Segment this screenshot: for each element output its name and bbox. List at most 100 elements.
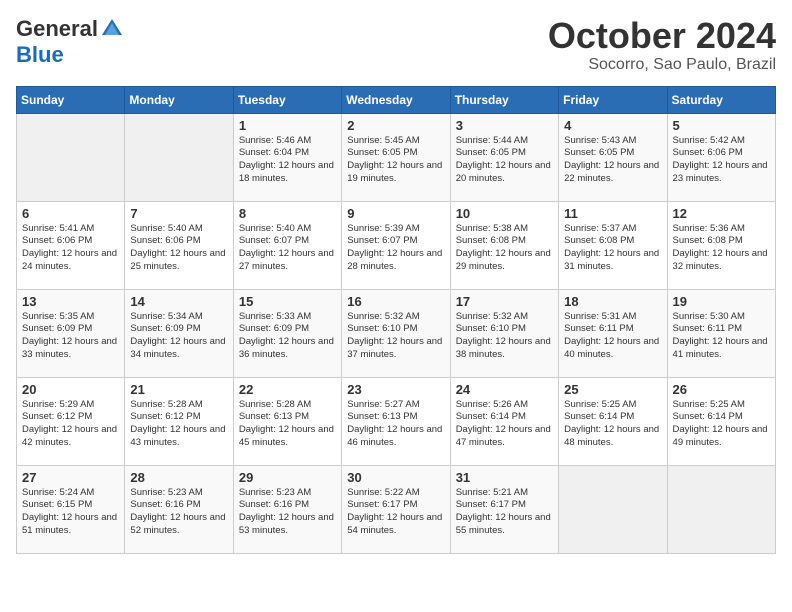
- calendar-cell: 4 Sunrise: 5:43 AMSunset: 6:05 PMDaylight…: [559, 113, 667, 201]
- month-title: October 2024: [548, 16, 776, 56]
- header-row: SundayMondayTuesdayWednesdayThursdayFrid…: [17, 86, 776, 113]
- day-number: 20: [22, 382, 119, 397]
- day-number: 26: [673, 382, 770, 397]
- calendar-cell: 30 Sunrise: 5:22 AMSunset: 6:17 PMDayligh…: [342, 465, 450, 553]
- day-number: 17: [456, 294, 553, 309]
- day-number: 27: [22, 470, 119, 485]
- calendar-cell: 22Sunrise: 5:28 AMSunset: 6:13 PMDayligh…: [233, 377, 341, 465]
- calendar-cell: 18Sunrise: 5:31 AMSunset: 6:11 PMDayligh…: [559, 289, 667, 377]
- cell-info: Sunrise: 5:43 AMSunset: 6:05 PMDaylight:…: [564, 135, 659, 184]
- week-row-4: 20Sunrise: 5:29 AMSunset: 6:12 PMDayligh…: [17, 377, 776, 465]
- cell-info: Sunrise: 5:40 AMSunset: 6:06 PMDaylight:…: [130, 223, 225, 272]
- calendar-cell: 5Sunrise: 5:42 AMSunset: 6:06 PMDaylight…: [667, 113, 775, 201]
- day-number: 30: [347, 470, 444, 485]
- calendar-cell: [125, 113, 233, 201]
- cell-info: Sunrise: 5:23 AMSunset: 6:16 PMDaylight:…: [239, 487, 334, 536]
- calendar-cell: 27 Sunrise: 5:24 AMSunset: 6:15 PMDayligh…: [17, 465, 125, 553]
- day-number: 11: [564, 206, 661, 221]
- calendar-cell: 15 Sunrise: 5:33 AMSunset: 6:09 PMDayligh…: [233, 289, 341, 377]
- title-block: October 2024 Socorro, Sao Paulo, Brazil: [548, 16, 776, 74]
- day-number: 1: [239, 118, 336, 133]
- calendar-cell: 14Sunrise: 5:34 AMSunset: 6:09 PMDayligh…: [125, 289, 233, 377]
- calendar-cell: 25Sunrise: 5:25 AMSunset: 6:14 PMDayligh…: [559, 377, 667, 465]
- cell-info: Sunrise: 5:24 AMSunset: 6:15 PMDaylight:…: [22, 487, 117, 536]
- cell-info: Sunrise: 5:25 AMSunset: 6:14 PMDaylight:…: [673, 399, 768, 448]
- calendar-cell: 17 Sunrise: 5:32 AMSunset: 6:10 PMDayligh…: [450, 289, 558, 377]
- cell-info: Sunrise: 5:33 AMSunset: 6:09 PMDaylight:…: [239, 311, 334, 360]
- day-number: 14: [130, 294, 227, 309]
- header-cell-saturday: Saturday: [667, 86, 775, 113]
- cell-info: Sunrise: 5:22 AMSunset: 6:17 PMDaylight:…: [347, 487, 442, 536]
- cell-info: Sunrise: 5:38 AMSunset: 6:08 PMDaylight:…: [456, 223, 551, 272]
- calendar-cell: 16 Sunrise: 5:32 AMSunset: 6:10 PMDayligh…: [342, 289, 450, 377]
- day-number: 5: [673, 118, 770, 133]
- header-cell-friday: Friday: [559, 86, 667, 113]
- cell-info: Sunrise: 5:45 AMSunset: 6:05 PMDaylight:…: [347, 135, 442, 184]
- day-number: 10: [456, 206, 553, 221]
- header-cell-thursday: Thursday: [450, 86, 558, 113]
- day-number: 24: [456, 382, 553, 397]
- week-row-2: 6Sunrise: 5:41 AMSunset: 6:06 PMDaylight…: [17, 201, 776, 289]
- calendar-cell: 23Sunrise: 5:27 AMSunset: 6:13 PMDayligh…: [342, 377, 450, 465]
- header-cell-tuesday: Tuesday: [233, 86, 341, 113]
- calendar-cell: 29Sunrise: 5:23 AMSunset: 6:16 PMDayligh…: [233, 465, 341, 553]
- day-number: 23: [347, 382, 444, 397]
- day-number: 31: [456, 470, 553, 485]
- day-number: 22: [239, 382, 336, 397]
- day-number: 15: [239, 294, 336, 309]
- logo-blue-text: Blue: [16, 42, 64, 68]
- week-row-3: 13Sunrise: 5:35 AMSunset: 6:09 PMDayligh…: [17, 289, 776, 377]
- week-row-1: 1 Sunrise: 5:46 AMSunset: 6:04 PMDaylight…: [17, 113, 776, 201]
- calendar-cell: 6Sunrise: 5:41 AMSunset: 6:06 PMDaylight…: [17, 201, 125, 289]
- calendar-cell: 9 Sunrise: 5:39 AMSunset: 6:07 PMDaylight…: [342, 201, 450, 289]
- header-cell-wednesday: Wednesday: [342, 86, 450, 113]
- calendar-cell: 11Sunrise: 5:37 AMSunset: 6:08 PMDayligh…: [559, 201, 667, 289]
- cell-info: Sunrise: 5:40 AMSunset: 6:07 PMDaylight:…: [239, 223, 334, 272]
- calendar-cell: 31 Sunrise: 5:21 AMSunset: 6:17 PMDayligh…: [450, 465, 558, 553]
- calendar-table: SundayMondayTuesdayWednesdayThursdayFrid…: [16, 86, 776, 554]
- logo-icon: [100, 17, 124, 41]
- calendar-cell: [17, 113, 125, 201]
- day-number: 28: [130, 470, 227, 485]
- day-number: 21: [130, 382, 227, 397]
- day-number: 4: [564, 118, 661, 133]
- day-number: 16: [347, 294, 444, 309]
- cell-info: Sunrise: 5:46 AMSunset: 6:04 PMDaylight:…: [239, 135, 334, 184]
- calendar-cell: 19Sunrise: 5:30 AMSunset: 6:11 PMDayligh…: [667, 289, 775, 377]
- calendar-cell: 26 Sunrise: 5:25 AMSunset: 6:14 PMDayligh…: [667, 377, 775, 465]
- cell-info: Sunrise: 5:26 AMSunset: 6:14 PMDaylight:…: [456, 399, 551, 448]
- calendar-cell: 20Sunrise: 5:29 AMSunset: 6:12 PMDayligh…: [17, 377, 125, 465]
- cell-info: Sunrise: 5:36 AMSunset: 6:08 PMDaylight:…: [673, 223, 768, 272]
- cell-info: Sunrise: 5:21 AMSunset: 6:17 PMDaylight:…: [456, 487, 551, 536]
- cell-info: Sunrise: 5:31 AMSunset: 6:11 PMDaylight:…: [564, 311, 659, 360]
- cell-info: Sunrise: 5:32 AMSunset: 6:10 PMDaylight:…: [456, 311, 551, 360]
- week-row-5: 27 Sunrise: 5:24 AMSunset: 6:15 PMDayligh…: [17, 465, 776, 553]
- calendar-cell: 13Sunrise: 5:35 AMSunset: 6:09 PMDayligh…: [17, 289, 125, 377]
- day-number: 12: [673, 206, 770, 221]
- cell-info: Sunrise: 5:23 AMSunset: 6:16 PMDaylight:…: [130, 487, 225, 536]
- header-cell-sunday: Sunday: [17, 86, 125, 113]
- calendar-cell: [559, 465, 667, 553]
- calendar-cell: 8Sunrise: 5:40 AMSunset: 6:07 PMDaylight…: [233, 201, 341, 289]
- day-number: 9: [347, 206, 444, 221]
- calendar-cell: 2 Sunrise: 5:45 AMSunset: 6:05 PMDaylight…: [342, 113, 450, 201]
- logo: General Blue: [16, 16, 124, 68]
- calendar-cell: [667, 465, 775, 553]
- day-number: 7: [130, 206, 227, 221]
- calendar-cell: 28 Sunrise: 5:23 AMSunset: 6:16 PMDayligh…: [125, 465, 233, 553]
- calendar-cell: 24 Sunrise: 5:26 AMSunset: 6:14 PMDayligh…: [450, 377, 558, 465]
- calendar-cell: 3 Sunrise: 5:44 AMSunset: 6:05 PMDaylight…: [450, 113, 558, 201]
- calendar-cell: 12 Sunrise: 5:36 AMSunset: 6:08 PMDayligh…: [667, 201, 775, 289]
- day-number: 3: [456, 118, 553, 133]
- day-number: 13: [22, 294, 119, 309]
- day-number: 6: [22, 206, 119, 221]
- calendar-cell: 1 Sunrise: 5:46 AMSunset: 6:04 PMDaylight…: [233, 113, 341, 201]
- day-number: 19: [673, 294, 770, 309]
- cell-info: Sunrise: 5:44 AMSunset: 6:05 PMDaylight:…: [456, 135, 551, 184]
- cell-info: Sunrise: 5:32 AMSunset: 6:10 PMDaylight:…: [347, 311, 442, 360]
- calendar-cell: 10 Sunrise: 5:38 AMSunset: 6:08 PMDayligh…: [450, 201, 558, 289]
- logo-general-text: General: [16, 16, 98, 42]
- header-cell-monday: Monday: [125, 86, 233, 113]
- cell-info: Sunrise: 5:39 AMSunset: 6:07 PMDaylight:…: [347, 223, 442, 272]
- day-number: 2: [347, 118, 444, 133]
